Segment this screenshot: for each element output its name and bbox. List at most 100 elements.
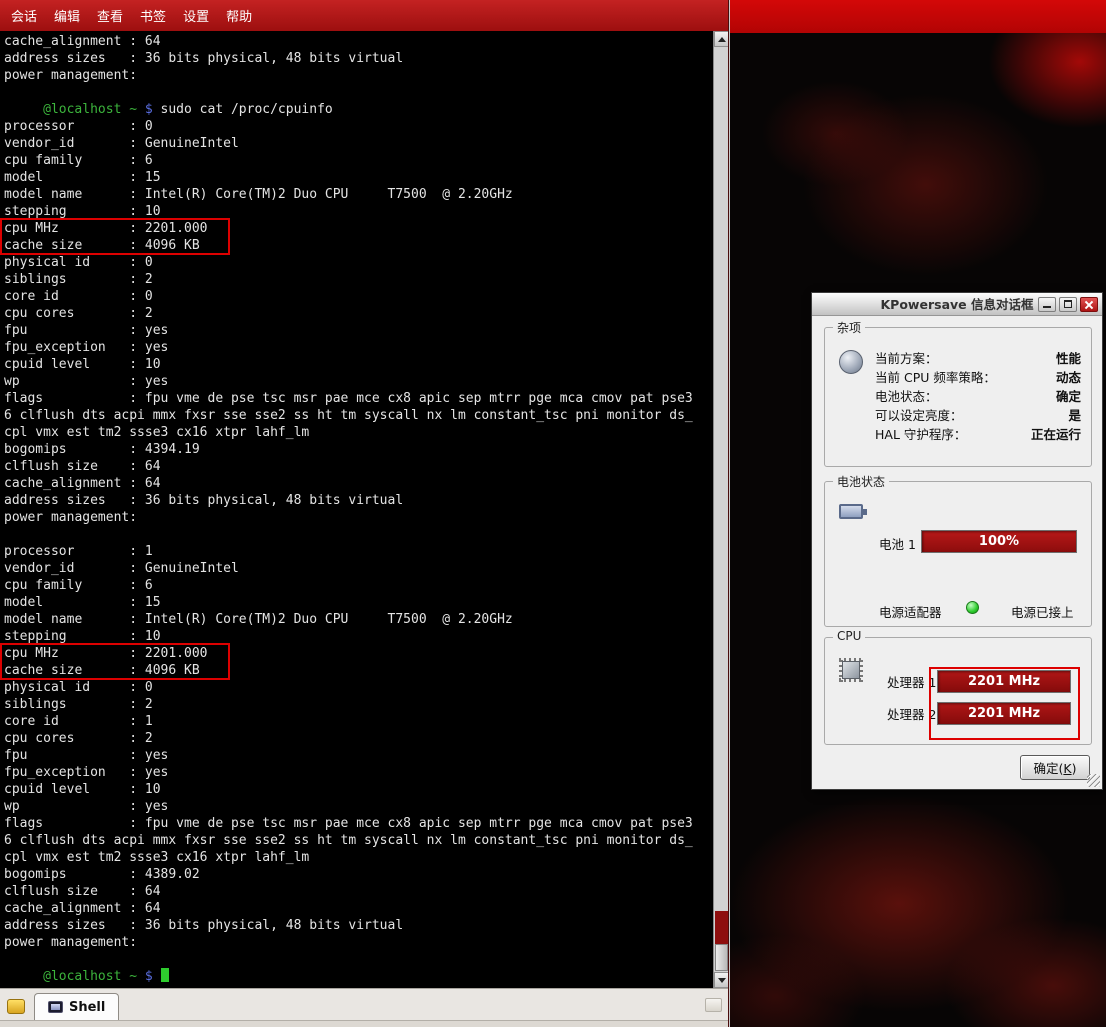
- terminal-line: flags : fpu vme de pse tsc msr pae mce c…: [4, 815, 713, 832]
- battery-name: 电池 1: [879, 534, 916, 553]
- misc-row: 电池状态：确定: [875, 386, 1081, 405]
- terminal-scrollbar[interactable]: [713, 31, 728, 988]
- tabbar-right-button[interactable]: [701, 992, 725, 1018]
- group-battery: 电池状态 电池 1 100% 电源适配器 电源已接上: [824, 481, 1092, 627]
- misc-row-value: 是: [1068, 405, 1081, 424]
- terminal-line: siblings : 2: [4, 696, 713, 713]
- group-misc: 杂项 当前方案：性能当前 CPU 频率策略：动态电池状态：确定可以设定亮度：是H…: [824, 327, 1092, 467]
- prompt-command: sudo cat /proc/cpuinfo: [161, 102, 333, 117]
- terminal-line: vendor_id : GenuineIntel: [4, 560, 713, 577]
- terminal-line: cache_alignment : 64: [4, 900, 713, 917]
- terminal-line: stepping : 10: [4, 628, 713, 645]
- terminal-line: cpu MHz : 2201.000: [4, 220, 713, 237]
- terminal-line: physical id : 0: [4, 679, 713, 696]
- terminal-line: [4, 526, 713, 543]
- terminal-line: address sizes : 36 bits physical, 48 bit…: [4, 917, 713, 934]
- menu-item-5[interactable]: 帮助: [226, 6, 252, 25]
- cpu-frequency-badge: 2201 MHz: [937, 702, 1071, 725]
- terminal-line: cpuid level : 10: [4, 781, 713, 798]
- misc-row-label: 当前 CPU 频率策略：: [875, 367, 996, 386]
- close-icon[interactable]: [1080, 297, 1098, 312]
- misc-row: 当前方案：性能: [875, 348, 1081, 367]
- video-window[interactable]: KPowersave 信息对话框 杂项 当前方案：性能当前 CPU 频率策略：动…: [729, 0, 1106, 1027]
- minimize-icon[interactable]: [1038, 297, 1056, 312]
- terminal-line: cache size : 4096 KB: [4, 662, 713, 679]
- terminal-cursor: [161, 968, 169, 982]
- terminal-line: @localhost ~ $ sudo cat /proc/cpuinfo: [4, 101, 713, 118]
- new-session-icon: [7, 999, 25, 1014]
- terminal-line: address sizes : 36 bits physical, 48 bit…: [4, 50, 713, 67]
- misc-row-value: 性能: [1056, 348, 1081, 367]
- cpu-row: 处理器 22201 MHz: [887, 702, 1071, 725]
- new-session-button[interactable]: [3, 993, 29, 1020]
- terminal-line: bogomips : 4389.02: [4, 866, 713, 883]
- menu-item-2[interactable]: 查看: [97, 6, 123, 25]
- terminal-line: power management:: [4, 509, 713, 526]
- terminal-output: cache_alignment : 64address sizes : 36 b…: [0, 31, 713, 988]
- prompt-host: @localhost ~: [43, 102, 137, 117]
- processor-label: 处理器 1: [887, 672, 933, 691]
- scroll-up-icon[interactable]: [714, 31, 728, 47]
- terminal-line: wp : yes: [4, 798, 713, 815]
- prompt-host: @localhost ~: [43, 969, 137, 984]
- terminal-line: wp : yes: [4, 373, 713, 390]
- terminal-line: cache size : 4096 KB: [4, 237, 713, 254]
- terminal-line: fpu : yes: [4, 322, 713, 339]
- misc-row: 可以设定亮度： 是: [875, 405, 1081, 424]
- misc-row: HAL 守护程序： 正在运行: [875, 424, 1081, 443]
- terminal-line: [4, 951, 713, 968]
- adapter-led-icon: [966, 601, 979, 614]
- menu-item-0[interactable]: 会话: [11, 6, 37, 25]
- terminal-line: cpu cores : 2: [4, 730, 713, 747]
- terminal-line: clflush size : 64: [4, 883, 713, 900]
- desktop: 会话编辑查看书签设置帮助 cache_alignment : 64address…: [0, 0, 1106, 1027]
- terminal-line: 6 clflush dts acpi mmx fxsr sse sse2 ss …: [4, 832, 713, 849]
- ok-button[interactable]: 确定(K): [1020, 755, 1090, 780]
- resize-grip[interactable]: [1087, 774, 1100, 787]
- terminal-line: [4, 84, 713, 101]
- terminal-viewport[interactable]: cache_alignment : 64address sizes : 36 b…: [0, 31, 728, 988]
- terminal-line: processor : 0: [4, 118, 713, 135]
- misc-rows: 当前方案：性能当前 CPU 频率策略：动态电池状态：确定可以设定亮度：是HAL …: [875, 348, 1081, 443]
- menu-item-4[interactable]: 设置: [183, 6, 209, 25]
- terminal-line: core id : 0: [4, 288, 713, 305]
- terminal-line: cache_alignment : 64: [4, 33, 713, 50]
- group-misc-label: 杂项: [833, 319, 865, 336]
- terminal-line: model : 15: [4, 169, 713, 186]
- menu-item-3[interactable]: 书签: [140, 6, 166, 25]
- scrollbar-thumb[interactable]: [715, 944, 728, 971]
- terminal-line: model name : Intel(R) Core(TM)2 Duo CPU …: [4, 186, 713, 203]
- terminal-line: clflush size : 64: [4, 458, 713, 475]
- terminal-line: address sizes : 36 bits physical, 48 bit…: [4, 492, 713, 509]
- session-list-icon: [705, 998, 722, 1012]
- misc-row-label: HAL 守护程序：: [875, 424, 966, 443]
- terminal-line: stepping : 10: [4, 203, 713, 220]
- window-controls: [1038, 297, 1098, 312]
- terminal-line: cpu cores : 2: [4, 305, 713, 322]
- terminal-line: physical id : 0: [4, 254, 713, 271]
- terminal-tabbar: Shell: [0, 988, 728, 1020]
- processor-label: 处理器 2: [887, 704, 933, 723]
- terminal-line: model : 15: [4, 594, 713, 611]
- maximize-icon[interactable]: [1059, 297, 1077, 312]
- terminal-line: core id : 1: [4, 713, 713, 730]
- kpowersave-dialog: KPowersave 信息对话框 杂项 当前方案：性能当前 CPU 频率策略：动…: [811, 292, 1103, 790]
- terminal-menubar: 会话编辑查看书签设置帮助: [0, 0, 728, 31]
- terminal-line: fpu_exception : yes: [4, 339, 713, 356]
- cpu-chip-icon: [839, 658, 863, 682]
- tab-shell[interactable]: Shell: [34, 993, 119, 1020]
- prompt-symbol: $: [137, 969, 160, 984]
- misc-row-value: 确定: [1056, 386, 1081, 405]
- menu-item-1[interactable]: 编辑: [54, 6, 80, 25]
- terminal-line: siblings : 2: [4, 271, 713, 288]
- window-frame-bottom: [0, 1020, 728, 1027]
- terminal-line: cpuid level : 10: [4, 356, 713, 373]
- cpu-frequency-badge: 2201 MHz: [937, 670, 1071, 693]
- dialog-titlebar[interactable]: KPowersave 信息对话框: [812, 293, 1102, 316]
- terminal-line: fpu_exception : yes: [4, 764, 713, 781]
- battery-percent: 100%: [979, 534, 1019, 549]
- misc-row-label: 可以设定亮度：: [875, 405, 963, 424]
- scroll-down-icon[interactable]: [714, 972, 728, 988]
- misc-row-value: 正在运行: [1031, 424, 1081, 443]
- terminal-line: vendor_id : GenuineIntel: [4, 135, 713, 152]
